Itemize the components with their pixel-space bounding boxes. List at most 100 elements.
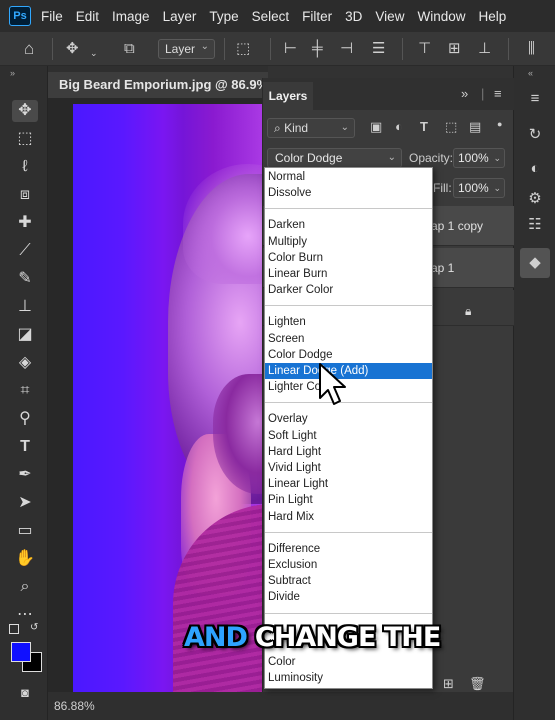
tab-layers[interactable]: Layers — [263, 82, 313, 110]
move-tool-icon[interactable]: ✥ — [66, 40, 79, 58]
blend-mode-option[interactable]: Multiply — [265, 234, 432, 250]
blend-mode-option[interactable]: Exclusion — [265, 557, 432, 573]
shape-filter-icon[interactable]: ⬚ — [445, 119, 457, 135]
document-tab[interactable]: Big Beard Emporium.jpg @ 86.9% (RG — [48, 72, 268, 98]
align-middle-icon[interactable]: ⊞ — [448, 40, 461, 58]
adjustment-filter-icon[interactable]: ◐ — [395, 119, 403, 134]
crop-icon[interactable]: ⌗ — [12, 380, 38, 402]
portrait-photo[interactable] — [73, 104, 273, 692]
stamp-icon[interactable]: ⊥ — [12, 296, 38, 318]
blend-mode-option[interactable]: Overlay — [265, 411, 432, 427]
blend-mode-option[interactable]: Color Dodge — [265, 347, 432, 363]
new-layer-icon[interactable]: ⊞ — [443, 676, 454, 692]
menu-view[interactable]: View — [375, 9, 404, 24]
brush-icon[interactable]: ✎ — [12, 268, 38, 290]
type-icon[interactable]: T — [12, 436, 38, 458]
menu-layer[interactable]: Layer — [163, 9, 197, 24]
kind-filter-dropdown[interactable]: ⌕ Kind ⌄ — [267, 118, 355, 138]
caption-highlight: AND — [184, 621, 248, 653]
filter-toggle-icon[interactable]: ● — [497, 119, 502, 129]
divider: | — [481, 86, 485, 101]
swap-colors-icon[interactable]: ↺ — [30, 622, 38, 633]
menu-type[interactable]: Type — [209, 9, 238, 24]
menu-filter[interactable]: Filter — [302, 9, 332, 24]
blend-mode-option[interactable]: Subtract — [265, 573, 432, 589]
smart-object-filter-icon[interactable]: ▤ — [469, 119, 481, 135]
blend-mode-option[interactable]: Lighten — [265, 314, 432, 330]
align-top-icon[interactable]: ⊤ — [418, 40, 431, 58]
adjustments-icon[interactable]: ◐ — [524, 158, 546, 180]
blend-mode-option[interactable]: Soft Light — [265, 428, 432, 444]
fill-field[interactable]: 100% ⌄ — [453, 178, 505, 198]
blend-mode-option[interactable]: Hard Light — [265, 444, 432, 460]
menu-window[interactable]: Window — [417, 9, 465, 24]
properties-icon[interactable]: ⚙ — [524, 188, 546, 210]
panel-menu-icon[interactable]: ≡ — [494, 86, 502, 101]
hand-icon[interactable]: ✋ — [12, 548, 38, 570]
photoshop-logo[interactable]: Ps — [9, 6, 31, 26]
align-bottom-icon[interactable]: ⊥ — [478, 40, 491, 58]
layers-icon[interactable]: ◆ — [520, 248, 550, 278]
menu-image[interactable]: Image — [112, 9, 150, 24]
align-right-icon[interactable]: ⊣ — [340, 40, 353, 58]
home-icon[interactable]: ⌂ — [24, 40, 34, 58]
bucket-icon[interactable]: ◈ — [12, 352, 38, 374]
transform-controls-icon[interactable]: ⬚ — [236, 40, 250, 58]
type-filter-icon[interactable]: T — [420, 119, 428, 134]
auto-select-target-dropdown[interactable]: Layer ⌄ — [158, 39, 215, 59]
healing-icon[interactable]: ✚ — [12, 212, 38, 234]
align-left-icon[interactable]: ⊢ — [284, 40, 297, 58]
blend-mode-option[interactable]: Linear Burn — [265, 266, 432, 282]
chevron-down-icon[interactable]: ⌄ — [90, 44, 98, 62]
menu-edit[interactable]: Edit — [76, 9, 99, 24]
zoom-icon[interactable]: ⌕ — [12, 576, 38, 598]
dodge-icon[interactable]: ⚲ — [12, 408, 38, 430]
zoom-level[interactable]: 86.88% — [54, 699, 95, 713]
eraser-icon[interactable]: ◪ — [12, 324, 38, 346]
quick-mask-icon[interactable]: ◙ — [12, 682, 38, 704]
default-colors-icon[interactable] — [9, 624, 19, 634]
blend-mode-dropdown[interactable]: Color Dodge ⌄ — [267, 148, 402, 168]
auto-select-icon[interactable]: ⧉ — [124, 40, 135, 58]
menu-file[interactable]: File — [41, 9, 63, 24]
marquee-icon[interactable]: ⬚ — [12, 128, 38, 150]
blend-mode-option[interactable]: Normal — [265, 169, 432, 185]
distribute-icon[interactable]: ☰ — [372, 40, 385, 58]
sliders-icon[interactable]: ☷ — [524, 214, 546, 236]
blend-mode-option[interactable]: Vivid Light — [265, 460, 432, 476]
blend-mode-option[interactable]: Darken — [265, 217, 432, 233]
lasso-icon[interactable]: ℓ — [12, 156, 38, 178]
menu-3d[interactable]: 3D — [345, 9, 362, 24]
menu-separator — [265, 305, 432, 307]
pen-icon[interactable]: ✒ — [12, 464, 38, 486]
trash-icon[interactable]: 🗑︎ — [469, 676, 486, 692]
blend-mode-option[interactable]: Divide — [265, 589, 432, 605]
blend-mode-option[interactable]: Pin Light — [265, 492, 432, 508]
history-icon[interactable]: ↻ — [524, 124, 546, 146]
opacity-field[interactable]: 100% ⌄ — [453, 148, 505, 168]
eyedropper-icon[interactable]: ⟋ — [12, 240, 38, 262]
rectangle-icon[interactable]: ▭ — [12, 520, 38, 542]
blend-mode-option[interactable]: Difference — [265, 541, 432, 557]
distribute-spacing-icon[interactable]: ⫼ — [528, 40, 535, 58]
collapse-arrows-icon[interactable]: » — [10, 68, 15, 78]
menu-icon[interactable]: ≡ — [524, 88, 546, 110]
align-center-icon[interactable]: ╪ — [312, 40, 323, 58]
blend-mode-option[interactable]: Screen — [265, 331, 432, 347]
blend-mode-option[interactable]: Luminosity — [265, 670, 432, 686]
move-icon[interactable]: ✥ — [12, 100, 38, 122]
object-select-icon[interactable]: ⧈ — [12, 184, 38, 206]
menu-select[interactable]: Select — [252, 9, 290, 24]
blend-mode-option[interactable]: Hard Mix — [265, 509, 432, 525]
blend-mode-option[interactable]: Darker Color — [265, 282, 432, 298]
blend-mode-option[interactable]: Color Burn — [265, 250, 432, 266]
path-select-icon[interactable]: ➤ — [12, 492, 38, 514]
collapse-arrows-icon[interactable]: « — [528, 68, 533, 78]
blend-mode-option[interactable]: Color — [265, 654, 432, 670]
blend-mode-option[interactable]: Linear Light — [265, 476, 432, 492]
menu-help[interactable]: Help — [478, 9, 506, 24]
collapse-panel-icon[interactable]: » — [461, 86, 468, 101]
image-filter-icon[interactable]: ▣ — [370, 119, 382, 135]
blend-mode-option[interactable]: Dissolve — [265, 185, 432, 201]
foreground-color-swatch[interactable] — [11, 642, 31, 662]
